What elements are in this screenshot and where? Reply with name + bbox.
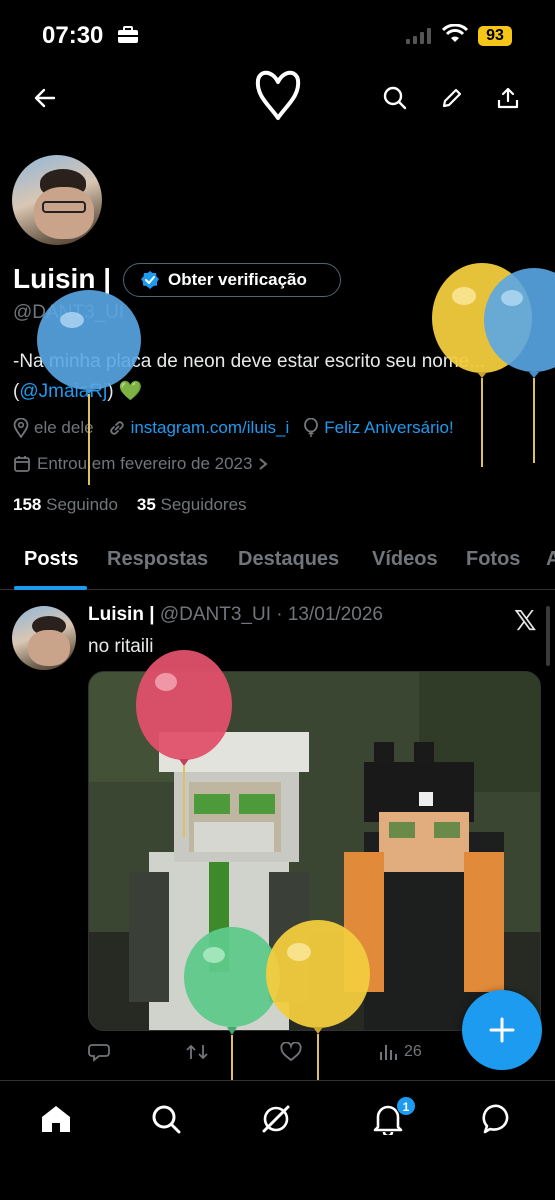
arrow-left-icon bbox=[34, 88, 56, 108]
views-count: 26 bbox=[404, 1043, 422, 1060]
tab-posts[interactable]: Posts bbox=[24, 548, 78, 571]
home-icon bbox=[42, 1106, 70, 1132]
website-link[interactable]: instagram.com/iluis_i bbox=[131, 418, 290, 438]
birthday-text: Feliz Aniversário! bbox=[324, 418, 454, 437]
views-button[interactable]: 26 bbox=[378, 1042, 422, 1062]
joined-text: Entrou em fevereiro de 2023 bbox=[37, 454, 253, 473]
reply-icon bbox=[88, 1044, 110, 1062]
bio-line-2: (@JmaiaRj) 💚 bbox=[13, 381, 143, 402]
reply-button[interactable] bbox=[88, 1042, 110, 1062]
share-button[interactable] bbox=[490, 80, 526, 116]
pencil-icon bbox=[442, 88, 462, 108]
bio-line-1: -Na minha placa de neon deve estar escri… bbox=[13, 351, 486, 372]
edit-button[interactable] bbox=[434, 80, 470, 116]
tab-more[interactable]: A bbox=[546, 548, 555, 571]
followers-link[interactable]: 35 Seguidores bbox=[137, 495, 247, 514]
pronouns-item: ele dele bbox=[13, 418, 94, 438]
heart-icon bbox=[280, 1042, 302, 1062]
minecraft-characters-illustration bbox=[89, 672, 540, 1030]
birthday-item: Feliz Aniversário! bbox=[303, 418, 454, 438]
bio-mention-link[interactable]: @JmaiaRj bbox=[19, 381, 107, 402]
tab-highlights[interactable]: Destaques bbox=[238, 548, 339, 571]
post-actions: 26 bbox=[88, 1042, 488, 1070]
nav-grok[interactable] bbox=[258, 1101, 294, 1137]
get-verified-button[interactable]: Obter verificação bbox=[123, 263, 341, 297]
bottom-navigation bbox=[0, 1080, 555, 1200]
notifications-badge: 1 bbox=[396, 1096, 416, 1116]
profile-meta: ele dele instagram.com/iluis_i Feliz Ani… bbox=[13, 418, 468, 438]
location-pin-icon bbox=[13, 418, 29, 438]
profile-avatar[interactable] bbox=[12, 155, 102, 245]
repost-icon bbox=[186, 1044, 208, 1060]
repost-button[interactable] bbox=[186, 1042, 208, 1062]
profile-tabs: Posts Respostas Destaques Vídeos Fotos A bbox=[0, 540, 555, 590]
status-bar: 07:30 93 bbox=[0, 0, 555, 72]
post-header: Luisin | @DANT3_UI · 13/01/2026 bbox=[88, 604, 383, 626]
verified-badge-icon bbox=[141, 271, 159, 289]
nav-search[interactable] bbox=[148, 1101, 184, 1137]
green-heart-emoji: 💚 bbox=[118, 381, 143, 402]
post-handle-date: @DANT3_UI · 13/01/2026 bbox=[159, 604, 383, 625]
search-icon bbox=[383, 86, 407, 110]
post-author-avatar[interactable] bbox=[12, 606, 76, 670]
wifi-icon bbox=[442, 24, 468, 42]
website-item[interactable]: instagram.com/iluis_i bbox=[108, 418, 290, 438]
chevron-right-icon bbox=[259, 458, 269, 470]
like-button[interactable] bbox=[280, 1042, 302, 1062]
nav-messages[interactable] bbox=[480, 1101, 516, 1137]
scrollbar[interactable] bbox=[546, 606, 550, 666]
search-button[interactable] bbox=[377, 80, 413, 116]
signal-icon bbox=[406, 28, 431, 44]
back-button[interactable] bbox=[27, 80, 63, 116]
share-icon bbox=[497, 87, 519, 109]
profile-name: Luisin | bbox=[13, 263, 112, 294]
post-author-name[interactable]: Luisin | bbox=[88, 604, 155, 625]
tab-photos[interactable]: Fotos bbox=[466, 548, 520, 571]
profile-bio: -Na minha placa de neon deve estar escri… bbox=[13, 347, 543, 407]
calendar-icon bbox=[14, 456, 30, 472]
heart-outline-icon bbox=[255, 70, 301, 120]
chat-bubble-icon bbox=[482, 1104, 509, 1134]
balloon-icon bbox=[304, 418, 319, 437]
post-media-image[interactable] bbox=[88, 671, 541, 1031]
active-tab-indicator bbox=[14, 586, 87, 590]
post-text: no ritaili bbox=[88, 636, 154, 657]
search-icon bbox=[152, 1105, 181, 1134]
get-verified-label: Obter verificação bbox=[168, 270, 307, 289]
profile-handle: @DANT3_UI bbox=[13, 302, 125, 323]
views-icon bbox=[380, 1045, 397, 1060]
briefcase-icon bbox=[118, 26, 138, 43]
nav-home[interactable] bbox=[38, 1101, 74, 1137]
grok-icon bbox=[262, 1105, 290, 1133]
tab-videos[interactable]: Vídeos bbox=[372, 548, 438, 571]
status-time: 07:30 bbox=[42, 22, 104, 49]
pronouns-text: ele dele bbox=[34, 418, 94, 437]
battery-indicator: 93 bbox=[478, 26, 512, 46]
following-link[interactable]: 158 Seguindo bbox=[13, 495, 118, 514]
x-logo-icon: 𝕏 bbox=[514, 604, 537, 637]
joined-date[interactable]: Entrou em fevereiro de 2023 bbox=[13, 454, 269, 474]
follow-counts: 158 Seguindo 35 Seguidores bbox=[13, 495, 247, 515]
compose-button[interactable] bbox=[462, 990, 542, 1070]
link-icon bbox=[109, 421, 124, 435]
tab-replies[interactable]: Respostas bbox=[107, 548, 208, 571]
plus-icon bbox=[489, 1017, 515, 1043]
